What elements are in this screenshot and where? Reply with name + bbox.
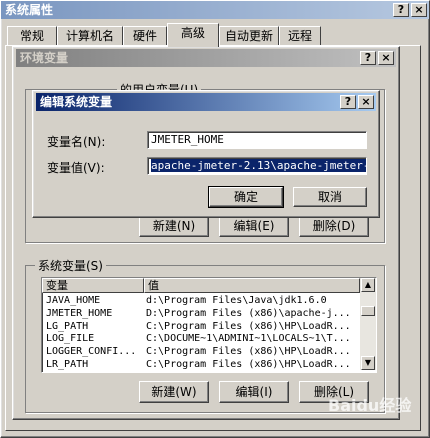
ok-button[interactable]: 确定 bbox=[208, 186, 284, 208]
cancel-button[interactable]: 取消 bbox=[293, 187, 367, 207]
tab-hardware[interactable]: 硬件 bbox=[123, 26, 167, 46]
scroll-up-button[interactable]: ▲ bbox=[361, 278, 375, 292]
watermark: Baidu经验 bbox=[328, 396, 412, 415]
environment-variables-title: 环境变量 bbox=[20, 51, 69, 65]
column-header-value[interactable]: 值 bbox=[144, 278, 360, 293]
list-scrollbar[interactable]: ▲ ▼ bbox=[360, 278, 376, 370]
system-edit-button[interactable]: 编辑(I) bbox=[219, 381, 289, 403]
help-button[interactable]: ? bbox=[393, 3, 409, 17]
variable-value-label: 变量值(V): bbox=[47, 161, 105, 175]
close-button[interactable]: × bbox=[358, 95, 374, 109]
variable-name-cell: LG_PATH bbox=[46, 320, 89, 332]
variable-name-cell: LOGGER_CONFI... bbox=[46, 346, 137, 358]
table-row[interactable]: JMETER_HOME D:\Program Files (x86)\apache… bbox=[42, 307, 358, 320]
variable-name-cell: LOG_FILE bbox=[46, 333, 95, 345]
close-button[interactable]: × bbox=[378, 51, 394, 65]
variable-name-cell: LR_PATH bbox=[46, 359, 89, 370]
scroll-down-button[interactable]: ▼ bbox=[361, 356, 375, 370]
edit-dialog-titlebar: 编辑系统变量 ? × bbox=[36, 93, 376, 111]
tab-general[interactable]: 常规 bbox=[7, 26, 57, 46]
table-row[interactable]: LOG_FILE C:\DOCUME~1\ADMINI~1\LOCALS~1\T.… bbox=[42, 332, 358, 345]
edit-system-variable-dialog: 编辑系统变量 ? × 变量名(N): JMETER_HOME 变量值(V): a… bbox=[32, 90, 380, 218]
system-properties-titlebar: 系统属性 ? × bbox=[1, 1, 429, 19]
help-button[interactable]: ? bbox=[340, 95, 356, 109]
column-header-name[interactable]: 变量 bbox=[42, 278, 144, 293]
tab-advanced[interactable]: 高级 bbox=[167, 23, 219, 47]
system-new-button[interactable]: 新建(W) bbox=[139, 381, 209, 403]
variable-value-field[interactable]: apache-jmeter-2.13\apache-jmeter-2.13 bbox=[147, 157, 367, 175]
tab-computer-name[interactable]: 计算机名 bbox=[57, 26, 123, 46]
variable-value-text: apache-jmeter-2.13\apache-jmeter-2.13 bbox=[151, 159, 366, 172]
variable-name-field[interactable]: JMETER_HOME bbox=[147, 131, 367, 149]
system-variables-label: 系统变量(S) bbox=[35, 257, 106, 274]
scroll-thumb[interactable] bbox=[361, 306, 375, 316]
tab-auto-update[interactable]: 自动更新 bbox=[219, 26, 279, 46]
user-new-button[interactable]: 新建(N) bbox=[139, 215, 209, 237]
variable-name-label: 变量名(N): bbox=[47, 135, 106, 149]
variable-name-cell: JAVA_HOME bbox=[46, 295, 101, 306]
table-row[interactable]: LG_PATH C:\Program Files (x86)\HP\LoadR..… bbox=[42, 320, 358, 333]
system-properties-title: 系统属性 bbox=[5, 3, 54, 17]
variable-value-cell: C:\Program Files (x86)\HP\LoadR... bbox=[146, 346, 351, 358]
variable-value-cell: d:\Program Files\Java\jdk1.6.0 bbox=[146, 295, 327, 306]
edit-dialog-title: 编辑系统变量 bbox=[40, 95, 113, 109]
variable-value-cell: C:\Program Files (x86)\HP\LoadR... bbox=[146, 359, 351, 370]
user-delete-button[interactable]: 删除(D) bbox=[299, 215, 369, 237]
table-row[interactable]: JAVA_HOME d:\Program Files\Java\jdk1.6.0 bbox=[42, 294, 358, 307]
variable-name-cell: JMETER_HOME bbox=[46, 307, 113, 319]
variable-value-cell: D:\Program Files (x86)\apache-j... bbox=[146, 307, 351, 319]
system-variables-list[interactable]: 变量 值 JAVA_HOME d:\Program Files\Java\jdk1… bbox=[41, 277, 377, 373]
user-edit-button[interactable]: 编辑(E) bbox=[219, 215, 289, 237]
tab-remote[interactable]: 远程 bbox=[279, 26, 321, 46]
close-button[interactable]: × bbox=[411, 3, 427, 17]
variable-value-cell: C:\Program Files (x86)\HP\LoadR... bbox=[146, 320, 351, 332]
help-button[interactable]: ? bbox=[360, 51, 376, 65]
variable-value-cell: C:\DOCUME~1\ADMINI~1\LOCALS~1\T... bbox=[146, 333, 351, 345]
table-row[interactable]: LOGGER_CONFI... C:\Program Files (x86)\HP… bbox=[42, 345, 358, 358]
environment-variables-titlebar: 环境变量 ? × bbox=[16, 49, 396, 67]
table-row[interactable]: LR_PATH C:\Program Files (x86)\HP\LoadR..… bbox=[42, 358, 358, 371]
